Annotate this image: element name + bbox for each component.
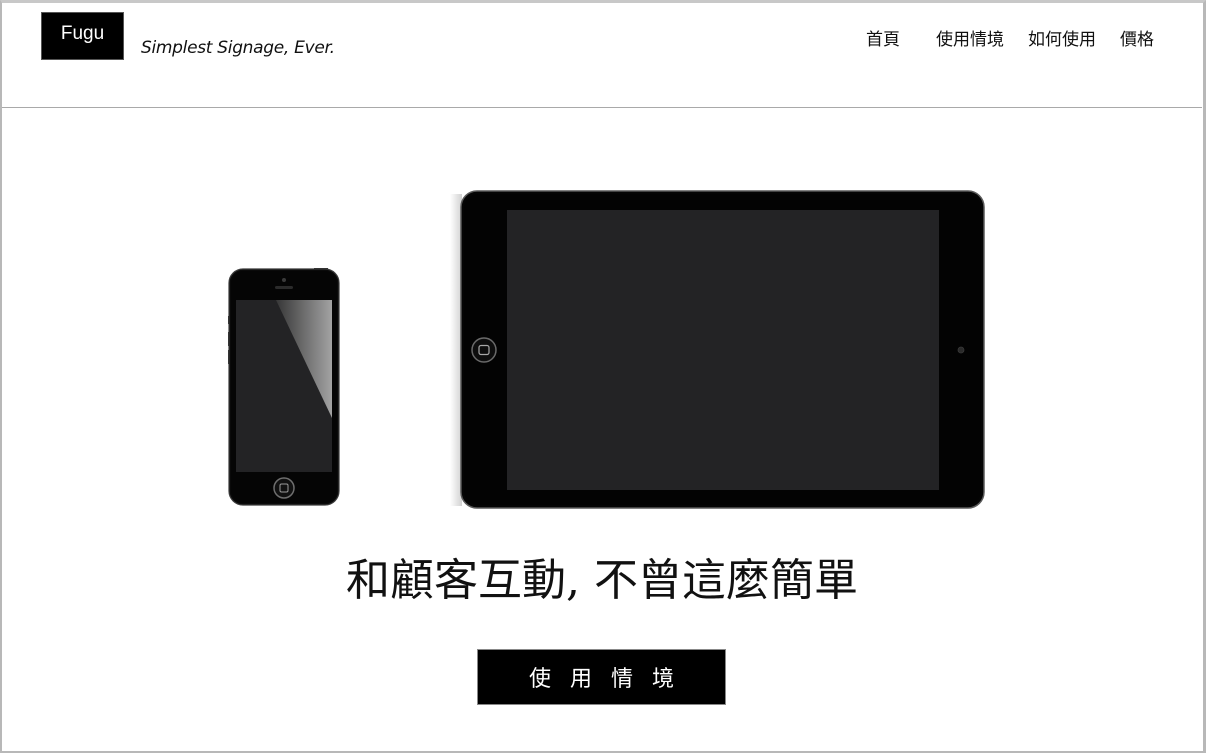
site-header: Fugu Simplest Signage, Ever. 首頁 使用情境 如何使…	[2, 3, 1202, 108]
logo[interactable]: Fugu	[41, 12, 124, 60]
tablet-icon	[450, 190, 985, 509]
hero-headline: 和顧客互動, 不曾這麼簡單	[346, 555, 858, 606]
main-nav: 首頁 使用情境 如何使用 價格	[866, 25, 1154, 50]
nav-item-use-cases[interactable]: 使用情境	[936, 25, 1004, 50]
tagline: Simplest Signage, Ever.	[141, 38, 335, 58]
nav-item-home[interactable]: 首頁	[866, 25, 900, 50]
use-cases-button[interactable]: 使用情境	[477, 649, 726, 705]
nav-item-pricing[interactable]: 價格	[1120, 25, 1154, 50]
hero-section: 和顧客互動, 不曾這麼簡單 使用情境	[2, 108, 1202, 750]
logo-text: Fugu	[60, 23, 105, 44]
smartphone-icon	[228, 268, 340, 506]
nav-item-how-to-use[interactable]: 如何使用	[1028, 25, 1096, 50]
